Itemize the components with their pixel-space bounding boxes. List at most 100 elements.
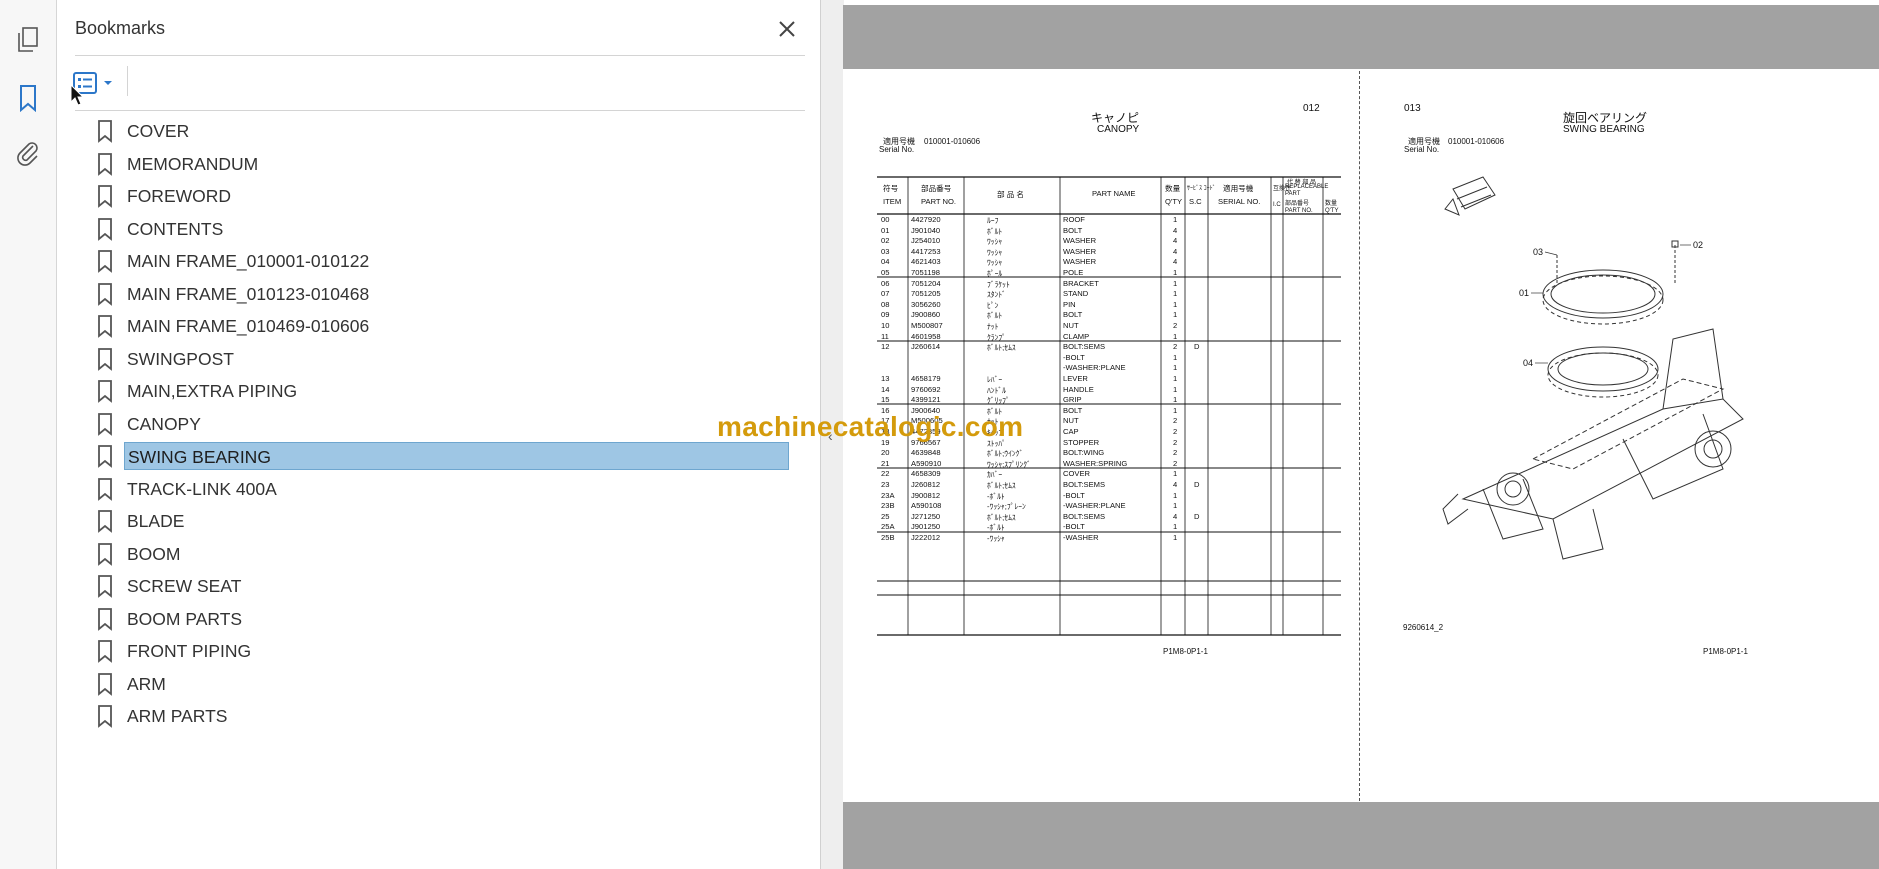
bookmark-label: MAIN FRAME_010123-010468 [127, 283, 370, 304]
bookmark-item[interactable]: MAIN,EXTRA PIPING [87, 376, 787, 406]
cell-qty: 4 [1173, 246, 1178, 256]
cell-qty: 1 [1173, 490, 1178, 500]
cell-name: COVER [1063, 469, 1091, 479]
bookmark-label: COVER [127, 121, 190, 141]
cell-item: 08 [881, 299, 890, 309]
cell-qty: 2 [1173, 437, 1178, 447]
swing-bearing-drawing: 03 02 01 04 [1442, 176, 1744, 560]
bookmark-ribbon-icon [93, 704, 117, 728]
header-repl: REPLACEABLE PART [1285, 184, 1329, 197]
header-partno-jp: 部品番号 [921, 184, 952, 193]
cell-qty: 1 [1173, 268, 1178, 277]
bookmark-label: MAIN,EXTRA PIPING [127, 381, 298, 401]
cell-partno: 4427920 [911, 215, 941, 224]
footer-code: P1M8-0P1-1 [1163, 647, 1208, 656]
bookmark-item[interactable]: SWINGPOST [87, 344, 787, 374]
header-qty: Q'TY [1165, 197, 1183, 206]
bookmark-item[interactable]: BOOM PARTS [87, 604, 787, 634]
cell-name: WASHER [1063, 246, 1097, 256]
cell-name: ROOF [1063, 215, 1085, 224]
cell-name-jp: -ﾜｯｼｬ [987, 534, 1005, 543]
bookmark-item[interactable]: MAIN FRAME_010469-010606 [87, 311, 787, 341]
cell-partno: M500807 [911, 321, 943, 330]
cell-qty: 1 [1173, 522, 1178, 532]
bookmark-item[interactable]: CONTENTS [87, 214, 787, 244]
pages-icon[interactable] [10, 22, 46, 58]
bookmark-item[interactable]: ARM [87, 669, 787, 699]
bookmark-item[interactable]: SWING BEARING [87, 441, 789, 471]
bookmark-item[interactable]: SCREW SEAT [87, 571, 787, 601]
bookmark-ribbon-icon [93, 607, 117, 631]
cell-item: 23B [881, 501, 895, 511]
cell-sc: D [1194, 480, 1200, 489]
bookmark-label: FOREWORD [127, 186, 232, 206]
header-name: PART NAME [1092, 189, 1136, 198]
bookmark-item[interactable]: FOREWORD [87, 181, 787, 211]
bookmark-label: CANOPY [127, 413, 201, 434]
drawing-number: 9260614_2 [1403, 623, 1444, 632]
cell-qty: 1 [1173, 384, 1178, 394]
header-item: ITEM [883, 197, 902, 206]
attachment-icon[interactable] [10, 134, 46, 170]
callout-label: 03 [1533, 247, 1543, 257]
cell-qty: 1 [1173, 310, 1178, 320]
header-serial: SERIAL NO. [1218, 197, 1261, 206]
serial-range: 010001-010606 [1448, 137, 1505, 146]
cell-qty: 4 [1173, 225, 1178, 235]
cell-qty: 1 [1173, 363, 1178, 373]
cell-name: POLE [1063, 268, 1084, 277]
chevron-down-icon [104, 81, 112, 85]
cell-qty: 2 [1173, 342, 1178, 352]
bookmark-item[interactable]: MAIN FRAME_010001-010122 [87, 246, 787, 276]
bookmark-ribbon-icon [93, 672, 117, 696]
cell-qty: 1 [1173, 289, 1178, 299]
bookmark-label: MEMORANDUM [127, 153, 259, 174]
cell-item: 25B [881, 533, 895, 542]
bookmark-label: BOOM PARTS [127, 608, 243, 629]
cell-qty: 2 [1173, 416, 1178, 426]
cell-qty: 4 [1173, 511, 1178, 521]
bookmark-item[interactable]: MAIN FRAME_010123-010468 [87, 279, 787, 309]
bookmark-label: FRONT PIPING [127, 641, 252, 661]
cell-name: BRACKET [1063, 278, 1099, 288]
cell-sc: D [1194, 511, 1200, 521]
bookmark-ribbon-icon [93, 542, 117, 566]
divider [75, 110, 805, 111]
cell-item: 10 [881, 321, 890, 330]
panel-title: Bookmarks [75, 18, 166, 38]
header-sc: S.C [1189, 197, 1202, 206]
header-repl-qty: 数量 Q'TY [1325, 201, 1339, 214]
bookmark-item[interactable]: TRACK-LINK 400A [87, 474, 787, 504]
cell-item: 11 [881, 331, 889, 341]
cell-name: BOLT [1063, 225, 1083, 235]
bookmark-label: CONTENTS [127, 218, 224, 239]
header-serial-jp: 適用号機 [1223, 184, 1254, 193]
cell-partno: A590910 [911, 458, 942, 468]
cell-name: GRIP [1063, 395, 1082, 405]
bookmark-item[interactable]: BLADE [87, 506, 787, 536]
cell-name: -WASHER:PLANE [1063, 501, 1126, 511]
cell-name: BOLT:WING [1063, 448, 1105, 458]
bookmark-item[interactable]: CANOPY [87, 409, 787, 439]
bookmark-item[interactable]: BOOM [87, 539, 787, 569]
cell-qty: 1 [1173, 215, 1178, 224]
mouse-cursor-icon [70, 84, 84, 106]
header-sc-jp: ｻｰﾋﾞｽ ｺｰﾄﾞ [1187, 186, 1216, 192]
cell-name: BOLT:SEMS [1063, 480, 1106, 489]
parts-table-header: 符号 ITEM 部品番号 PART NO. 部 品 名 PART NAME 数量… [877, 180, 1343, 217]
serial-range: 010001-010606 [924, 137, 981, 146]
bookmark-item[interactable]: MEMORANDUM [87, 149, 787, 179]
bookmark-item[interactable]: COVER [87, 116, 787, 146]
bookmark-icon[interactable] [10, 80, 46, 116]
close-panel-button[interactable] [772, 14, 802, 44]
cell-name: -BOLT [1063, 352, 1085, 362]
cell-qty: 1 [1173, 299, 1178, 309]
cell-qty: 1 [1173, 469, 1178, 479]
bookmark-item[interactable]: FRONT PIPING [87, 636, 787, 666]
page-title-en: CANOPY [1097, 124, 1140, 135]
cell-qty: 4 [1173, 480, 1178, 489]
header-repl-partno: 部品番号 PART NO. [1285, 201, 1313, 214]
cell-name: LEVER [1063, 374, 1088, 383]
cell-name: -BOLT [1063, 522, 1085, 532]
bookmark-item[interactable]: ARM PARTS [87, 701, 787, 731]
